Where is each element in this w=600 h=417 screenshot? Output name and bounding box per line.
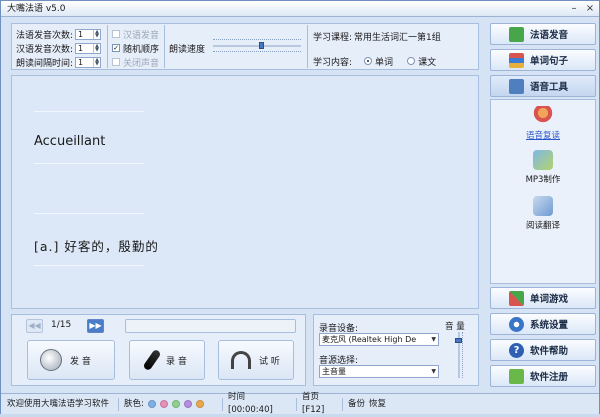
speed-slider-thumb[interactable] — [259, 42, 264, 49]
speak-button[interactable]: 发 音 — [27, 340, 115, 380]
translate-icon — [533, 196, 553, 216]
skin-orange[interactable] — [195, 400, 204, 408]
main-window: 大嘴法语 v5.0 – × 法语发音次数: 1 ▲ ▼ 汉语发音次数: 1 ▲ ▼ 朗读… — [0, 0, 600, 415]
nav-game[interactable]: 单词游戏 — [490, 287, 596, 309]
word-display: Accueillant [a.] 好客的，殷勤的 — [11, 75, 479, 309]
nav-settings[interactable]: 系统设置 — [490, 313, 596, 335]
nav-help[interactable]: ? 软件帮助 — [490, 339, 596, 361]
course-name: 常用生活词汇一第1组 — [354, 32, 441, 43]
content-row: 学习内容: 单词 课文 — [313, 55, 436, 68]
audio-tools-icon — [509, 78, 524, 94]
cn-voice-checkbox[interactable]: 汉语发音 — [112, 28, 159, 41]
books-icon — [509, 52, 524, 68]
nav-pronounce[interactable]: 法语发音 — [490, 23, 596, 45]
skin-green[interactable] — [171, 400, 180, 408]
cn-count-row: 汉语发音次数: 1 ▲ ▼ — [16, 42, 102, 55]
interval-stepper[interactable]: 1 ▲ ▼ — [75, 56, 102, 68]
fr-count-row: 法语发音次数: 1 ▲ ▼ — [16, 28, 102, 41]
interval-row: 朗读间隔时间: 1 ▲ ▼ — [16, 56, 102, 69]
status-bar: 欢迎使用大嘴法语学习软件 肤色: 时间 [00:00:40] 首页[F12] 备… — [1, 392, 599, 415]
speed-label: 朗读速度 — [169, 44, 206, 55]
tools-panel: 语音复读 MP3制作 阅读翻译 — [490, 99, 596, 284]
mute-checkbox[interactable]: 关闭声音 — [112, 56, 159, 69]
course-row: 学习课程: 常用生活词汇一第1组 — [313, 30, 441, 43]
tool-translate[interactable]: 阅读翻译 — [491, 196, 595, 231]
skin-pink[interactable] — [159, 400, 168, 408]
home-link[interactable]: 首页[F12] — [297, 392, 343, 415]
microphone-icon — [142, 348, 162, 372]
word-meaning: [a.] 好客的，殷勤的 — [34, 239, 159, 254]
skin-picker: 肤色: — [119, 397, 223, 411]
volume-slider[interactable] — [453, 332, 467, 378]
course-label: 学习课程: — [313, 32, 353, 43]
french-word: Accueillant — [34, 134, 106, 149]
device-select[interactable]: 麦克风 (Realtek High De ▼ — [319, 333, 439, 346]
page-indicator: 1/15 — [51, 320, 72, 330]
prev-button[interactable]: ◀◀ — [26, 319, 43, 333]
listen-button[interactable]: 试 听 — [218, 340, 294, 380]
fr-count-label: 法语发音次数: — [16, 30, 74, 41]
word-radio[interactable]: 单词 — [364, 55, 393, 68]
title-bar: 大嘴法语 v5.0 – × — [1, 1, 599, 17]
next-button[interactable]: ▶▶ — [87, 319, 104, 333]
blocks-icon — [509, 290, 524, 306]
cn-count-stepper[interactable]: 1 ▲ ▼ — [75, 42, 102, 54]
volume-label: 音 量 — [445, 322, 465, 332]
status-welcome: 欢迎使用大嘴法语学习软件 — [1, 397, 119, 411]
fr-count-stepper[interactable]: 1 ▲ ▼ — [75, 28, 102, 40]
source-select[interactable]: 主音量 ▼ — [319, 365, 439, 378]
volume-slider-thumb[interactable] — [455, 338, 462, 343]
gear-icon — [509, 316, 524, 332]
speaker-icon — [40, 349, 62, 371]
backup-link[interactable]: 备份 — [348, 398, 365, 411]
cn-count-label: 汉语发音次数: — [16, 44, 74, 55]
restore-link[interactable]: 恢复 — [369, 398, 386, 411]
status-time: 时间 [00:00:40] — [223, 392, 297, 415]
minimize-button[interactable]: – — [567, 3, 581, 15]
record-button[interactable]: 录 音 — [129, 340, 205, 380]
nav-sentences[interactable]: 单词句子 — [490, 49, 596, 71]
progress-bar — [125, 319, 296, 333]
book-icon — [509, 26, 524, 42]
close-button[interactable]: × — [583, 3, 597, 15]
puzzle-icon — [509, 368, 524, 384]
help-icon: ? — [509, 342, 524, 358]
headset-icon — [231, 351, 251, 369]
random-order-checkbox[interactable]: ✓ 随机顺序 — [112, 42, 159, 55]
backup-restore: 备份 恢复 — [343, 398, 391, 411]
person-icon — [533, 106, 553, 126]
text-radio[interactable]: 课文 — [407, 55, 436, 68]
nav-tools[interactable]: 语音工具 — [490, 75, 596, 97]
skin-blue[interactable] — [147, 400, 156, 408]
tool-repeat[interactable]: 语音复读 — [491, 106, 595, 141]
mp3-icon — [533, 150, 553, 170]
tool-mp3[interactable]: MP3制作 — [491, 150, 595, 185]
nav-register[interactable]: 软件注册 — [490, 365, 596, 387]
content-label: 学习内容: — [313, 57, 353, 68]
skin-purple[interactable] — [183, 400, 192, 408]
window-title: 大嘴法语 v5.0 — [7, 4, 66, 14]
interval-label: 朗读间隔时间: — [16, 58, 74, 69]
speed-slider[interactable] — [213, 36, 301, 54]
